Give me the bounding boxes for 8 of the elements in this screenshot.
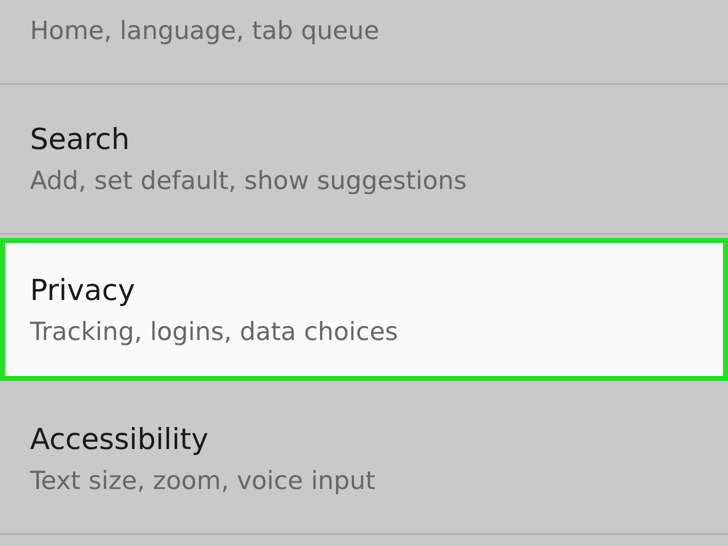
item-description: Home, language, tab queue	[30, 15, 380, 47]
item-title: Privacy	[30, 272, 136, 308]
item-description: Tracking, logins, data choices	[30, 316, 400, 348]
item-title: Search	[30, 121, 131, 157]
item-description: Add, set default, show suggestions	[30, 165, 468, 197]
settings-item[interactable]: Privacy Tracking, logins, data choices	[0, 238, 728, 381]
item-title: Accessibility	[30, 421, 210, 457]
item-description: Text size, zoom, voice input	[30, 465, 376, 497]
